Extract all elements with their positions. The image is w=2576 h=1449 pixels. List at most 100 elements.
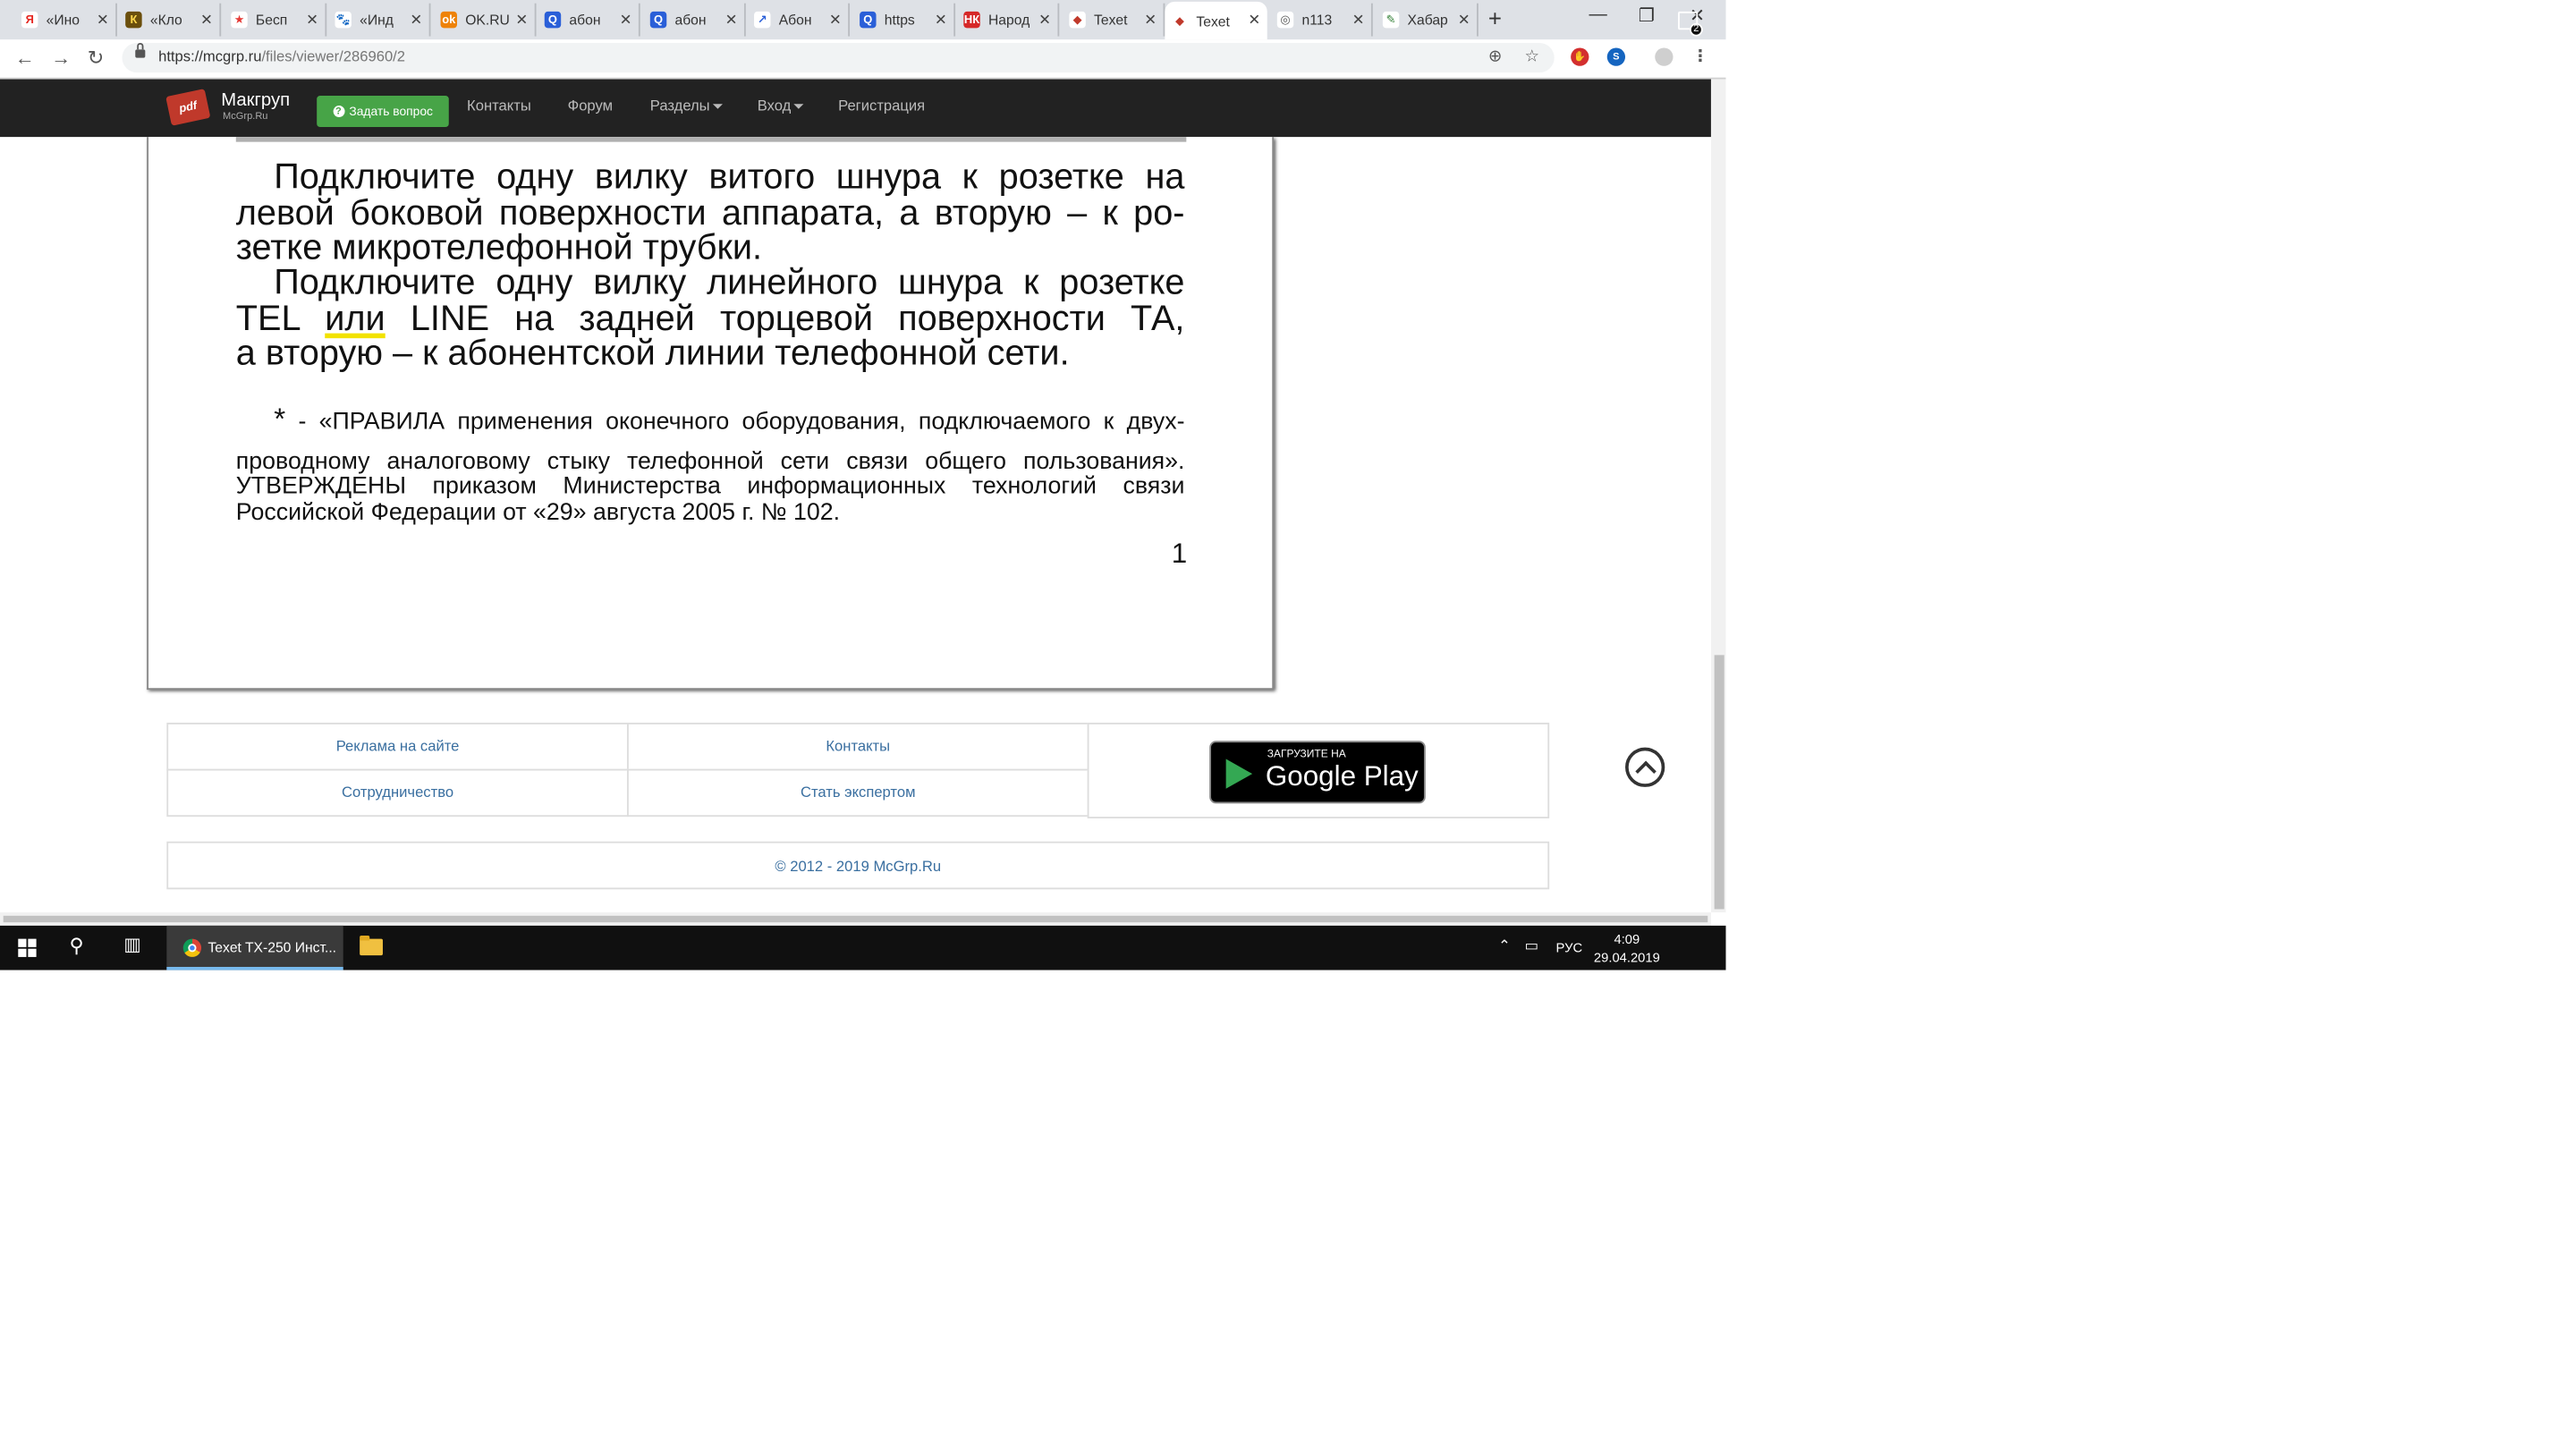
copyright[interactable]: © 2012 - 2019 McGrp.Ru [166, 841, 1550, 890]
question-icon: ? [332, 106, 344, 117]
browser-tab[interactable]: ✎ Хабар ✕ [1376, 3, 1479, 37]
minimize-icon[interactable]: — [1589, 5, 1606, 25]
tab-favicon-icon: ◆ [1171, 12, 1189, 30]
restore-icon[interactable]: ❐ [1639, 5, 1655, 26]
tab-close-icon[interactable]: ✕ [515, 11, 528, 29]
back-arrow-icon[interactable]: ← [15, 47, 35, 70]
doc-line: Подключите одну вилку линейного шнура к … [274, 262, 1185, 302]
footnote-text: - «ПРАВИЛА применения оконечного оборудо… [285, 409, 1185, 436]
footer-contacts-link[interactable]: Контакты [627, 738, 1089, 754]
nav-login-label: Вход [757, 97, 792, 114]
tab-close-icon[interactable]: ✕ [200, 11, 213, 29]
tab-title: «Кло [149, 11, 182, 29]
browser-tab[interactable]: ◎ n113 ✕ [1270, 3, 1373, 37]
browser-tab[interactable]: 🐾 «Инд ✕ [328, 3, 431, 37]
file-explorer-icon[interactable] [360, 935, 383, 956]
network-icon[interactable]: ▭ [1525, 937, 1539, 955]
nav-sections-label: Разделы [649, 97, 710, 114]
tab-favicon-icon: НК [963, 11, 980, 29]
footnote-line: УТВЕРЖДЕНЫ приказом Министерства информа… [235, 473, 1185, 500]
ask-question-label: Задать вопрос [349, 104, 434, 119]
tab-close-icon[interactable]: ✕ [306, 11, 318, 29]
tab-favicon-icon: Q [649, 11, 667, 29]
footer-cooperation-link[interactable]: Сотрудничество [166, 784, 629, 800]
ask-question-button[interactable]: ? Задать вопрос [317, 95, 449, 128]
url-text[interactable]: https://mcgrp.ru/files/viewer/286960/2 [158, 47, 405, 64]
tab-favicon-icon: ↗ [754, 11, 771, 29]
search-icon[interactable]: ⚲ [69, 934, 83, 957]
taskbar-app-label: Texet TX-250 Инст... [208, 938, 337, 956]
taskbar-chrome-app[interactable]: Texet TX-250 Инст... [166, 925, 343, 970]
highlighted-word: или [325, 298, 386, 339]
tab-close-icon[interactable]: ✕ [725, 11, 738, 29]
nav-login[interactable]: Вход [757, 97, 805, 114]
browser-tab[interactable]: ↗ Абон ✕ [748, 3, 851, 37]
tab-title: n113 [1301, 11, 1333, 29]
menu-dots-icon[interactable]: ⋮ [1691, 47, 1709, 65]
tab-favicon-icon: 🐾 [335, 11, 352, 29]
nav-sections[interactable]: Разделы [650, 97, 724, 114]
doc-word: TEL [235, 298, 301, 339]
footnote-line: проводному аналоговому стыку телефонной … [235, 448, 1185, 476]
translate-icon[interactable]: ⊕ [1488, 47, 1502, 65]
task-view-icon[interactable]: ▥ [123, 934, 140, 955]
browser-tab[interactable]: К «Кло ✕ [119, 3, 222, 37]
tab-close-icon[interactable]: ✕ [97, 11, 109, 29]
windows-start-icon[interactable] [18, 938, 37, 957]
nav-contacts[interactable]: Контакты [467, 97, 531, 114]
browser-tab[interactable]: НК Народ ✕ [957, 3, 1060, 37]
nav-register[interactable]: Регистрация [838, 97, 925, 114]
nav-forum[interactable]: Форум [568, 97, 613, 114]
doc-line: зетке микротелефонной трубки. [235, 227, 763, 267]
adblock-extension-icon[interactable]: ✋ [1571, 47, 1589, 66]
footnote-line: Российской Федерации от «29» августа 200… [235, 499, 841, 527]
bookmark-star-icon[interactable]: ☆ [1525, 47, 1540, 65]
reload-icon[interactable]: ↻ [88, 47, 105, 70]
tab-close-icon[interactable]: ✕ [1038, 11, 1051, 29]
language-indicator[interactable]: РУС [1556, 940, 1583, 955]
clock[interactable]: 4:09 29.04.2019 [1584, 930, 1670, 967]
logo-name[interactable]: Макгруп [221, 90, 290, 110]
profile-avatar-icon[interactable] [1655, 47, 1674, 66]
tab-strip: Я «Ино ✕ К «Кло ✕ ★ Бесп ✕ 🐾 «Инд ✕ ok OK.RU ✕ Qабон ✕ Qа… [0, 0, 1726, 40]
doc-line: левой боковой поверхности аппарата, а вт… [235, 192, 1185, 233]
tab-close-icon[interactable]: ✕ [829, 11, 842, 29]
tab-close-icon[interactable]: ✕ [1352, 11, 1365, 29]
scroll-to-top-icon[interactable] [1625, 747, 1665, 787]
tab-title: «Ино [46, 11, 80, 29]
tab-title: Абон [778, 11, 812, 29]
tab-title: Хабар [1407, 11, 1448, 29]
browser-tab[interactable]: ◆ Texet ✕ [1063, 3, 1165, 37]
document-page: Подключите одну вилку витого шнура к роз… [147, 137, 1275, 691]
browser-tab[interactable]: Qhttps ✕ [853, 3, 956, 37]
footer-expert-link[interactable]: Стать экспертом [627, 784, 1089, 800]
tab-title: Народ [987, 11, 1030, 29]
tab-favicon-icon: ✎ [1382, 11, 1400, 29]
url-path: /files/viewer/286960/2 [261, 47, 406, 64]
footer-ads-link[interactable]: Реклама на сайте [166, 738, 629, 754]
notification-count: 2 [1689, 22, 1703, 37]
browser-tab[interactable]: ok OK.RU ✕ [434, 3, 537, 37]
tab-close-icon[interactable]: ✕ [410, 11, 422, 29]
tray-chevron-up-icon[interactable]: ⌃ [1498, 937, 1511, 955]
address-bar[interactable]: https://mcgrp.ru/files/viewer/286960/2 ⊕… [122, 42, 1555, 73]
browser-tab[interactable]: Qабон ✕ [538, 3, 640, 37]
tab-close-icon[interactable]: ✕ [1144, 11, 1157, 29]
browser-tab[interactable]: ★ Бесп ✕ [225, 3, 327, 37]
browser-tab[interactable]: Я «Ино ✕ [15, 3, 117, 37]
forward-arrow-icon[interactable]: → [51, 47, 71, 70]
tab-close-icon[interactable]: ✕ [620, 11, 632, 29]
logo-pdf-icon[interactable]: pdf [165, 89, 211, 126]
browser-tab[interactable]: Qабон ✕ [643, 3, 746, 37]
google-play-badge[interactable]: ЗАГРУЗИТЕ НА Google Play [1209, 741, 1426, 804]
tab-close-icon[interactable]: ✕ [1248, 12, 1260, 30]
extension-icon[interactable]: S [1606, 47, 1626, 66]
google-play-icon [1225, 758, 1253, 789]
browser-tab[interactable]: ◆ Texet ✕ [1165, 1, 1267, 40]
horizontal-scroll-thumb[interactable] [3, 915, 1708, 923]
tab-close-icon[interactable]: ✕ [935, 11, 947, 29]
tab-favicon-icon: Q [860, 11, 877, 29]
vertical-scroll-thumb[interactable] [1714, 655, 1724, 910]
tab-close-icon[interactable]: ✕ [1458, 11, 1470, 29]
new-tab-button[interactable]: + [1488, 5, 1502, 32]
